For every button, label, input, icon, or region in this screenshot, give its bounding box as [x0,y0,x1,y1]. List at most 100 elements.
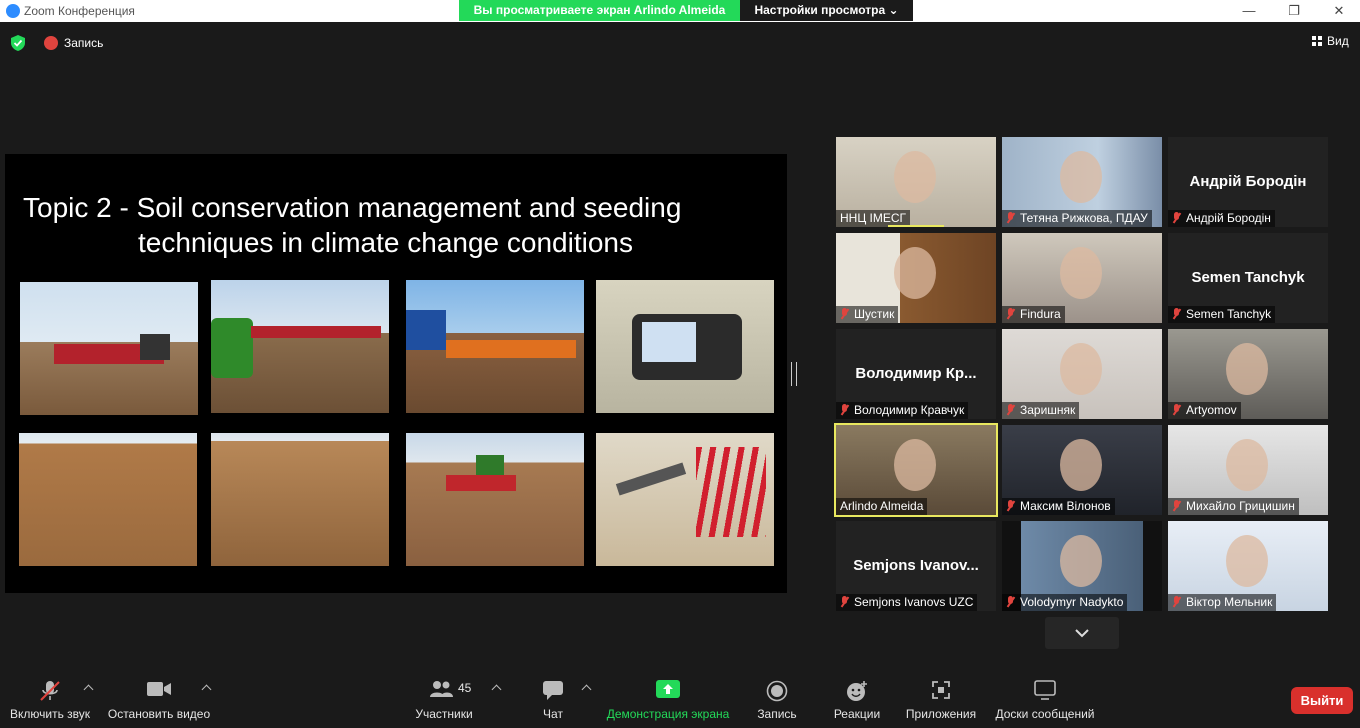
muted-mic-icon [1172,596,1181,607]
participant-tile[interactable]: Максим Вілонов [1002,425,1162,515]
chat-label: Чат [543,707,563,721]
participant-name: Заришняк [1020,403,1076,417]
participant-tile[interactable]: Findura [1002,233,1162,323]
participant-tile[interactable]: Віктор Мельник [1168,521,1328,611]
muted-mic-icon [1172,404,1181,415]
whiteboards-button[interactable]: Доски сообщений [990,668,1100,728]
leave-meeting-button[interactable]: Выйти [1291,687,1353,714]
participant-video-face [894,151,936,203]
apps-icon [932,681,950,699]
participant-video-face [894,247,936,299]
participant-video-face [1226,343,1268,395]
muted-mic-icon [840,596,849,607]
slide-title-line-1: Topic 2 - Soil conservation management a… [23,192,682,223]
muted-mic-icon [1006,500,1015,511]
participant-name-label: Максим Вілонов [1002,498,1115,515]
participant-name-label: Arlindo Almeida [836,498,928,515]
participant-tile[interactable]: Semen Tanchyk Semen Tanchyk [1168,233,1328,323]
stop-video-button[interactable]: Остановить видео [105,668,213,728]
participants-icon [430,681,453,697]
chevron-down-icon [1075,629,1089,638]
chevron-down-icon: ⌄ [888,3,899,17]
view-options-button[interactable]: Настройки просмотра ⌄ [740,0,913,21]
participant-tile[interactable]: Михайло Грицишин [1168,425,1328,515]
participant-tile[interactable]: Semjons Ivanov... Semjons Ivanovs UZC [836,521,996,611]
record-icon [766,680,788,702]
zoom-logo-icon [6,4,20,18]
participant-name-label: Віктор Мельник [1168,594,1277,611]
record-button[interactable]: Запись [750,668,804,728]
slide-photo-gps-terminal [596,280,774,413]
title-bar: Zoom Конференция Вы просматриваете экран… [0,0,1360,22]
participant-video-face [1060,247,1102,299]
participant-name: Віктор Мельник [1186,595,1273,609]
participant-name: Findura [1020,307,1061,321]
apps-label: Приложения [905,707,977,721]
participant-tile[interactable]: Шустик [836,233,996,323]
participant-name-label: Findura [1002,306,1065,323]
participant-name-label: Михайло Грицишин [1168,498,1299,515]
muted-mic-icon [40,681,60,701]
participant-video-face [1060,343,1102,395]
window-title: Zoom Конференция [24,4,135,18]
minimize-button[interactable]: — [1226,0,1272,22]
muted-mic-icon [1172,212,1181,223]
reactions-button[interactable]: Реакции [830,668,884,728]
participant-name: Михайло Грицишин [1186,499,1295,513]
view-button[interactable]: Вид [1312,34,1349,48]
participant-name: Volodymyr Nadykto [1020,595,1124,609]
unmute-button[interactable]: Включить звук [4,668,96,728]
participant-name-label: Semjons Ivanovs UZC [836,594,978,611]
muted-mic-icon [1006,212,1015,223]
grid-icon [1312,36,1322,46]
participant-tile[interactable]: Андрій Бородін Андрій Бородін [1168,137,1328,227]
shield-icon[interactable] [11,35,25,51]
participant-tile[interactable]: Arlindo Almeida [834,423,998,517]
participant-display-name: Володимир Кр... [855,365,977,382]
participant-video-face [894,439,936,491]
participants-button[interactable]: 45 Участники [410,668,478,728]
participant-name: Тетяна Рижкова, ПДАУ [1020,211,1148,225]
muted-mic-icon [1006,308,1015,319]
participant-name-label: Андрій Бородін [1168,210,1275,227]
participant-name: Володимир Кравчук [854,403,965,417]
slide-title-line-2: techniques in climate change conditions [138,227,633,258]
participant-name: Максим Вілонов [1020,499,1111,513]
record-indicator-icon [44,36,58,50]
view-options-label: Настройки просмотра [754,3,886,17]
muted-mic-icon [840,404,849,415]
stop-video-label: Остановить видео [107,707,211,721]
slide-photo-orange-cultivator [406,280,584,413]
participant-display-name: Андрій Бородін [1189,173,1307,190]
participant-display-name: Semen Tanchyk [1191,269,1305,286]
panel-resize-handle[interactable] [791,362,797,386]
maximize-button[interactable]: ❐ [1271,0,1317,22]
participant-name-label: Шустик [836,306,899,323]
share-screen-label: Демонстрация экрана [606,707,730,721]
participant-name-label: Заришняк [1002,402,1080,419]
participant-name: Arlindo Almeida [840,499,924,513]
muted-mic-icon [1172,308,1181,319]
participants-label: Участники [415,707,473,721]
participant-tile[interactable]: Volodymyr Nadykto [1002,521,1162,611]
participant-video-face [1226,439,1268,491]
reactions-label: Реакции [833,707,881,721]
record-status-label: Запись [64,36,104,50]
chat-button[interactable]: Чат [530,668,576,728]
close-button[interactable]: ✕ [1316,0,1360,22]
chat-options-caret-icon[interactable] [581,684,592,695]
participant-tile[interactable]: Artyomov [1168,329,1328,419]
participant-tile[interactable]: Тетяна Рижкова, ПДАУ [1002,137,1162,227]
screen-share-banner: Вы просматриваете экран Arlindo Almeida [459,0,740,21]
muted-mic-icon [1006,596,1015,607]
slide-photo-tine-cultivator [211,280,389,413]
participant-tile[interactable]: ННЦ ІМЕСГ [836,137,996,227]
participants-options-caret-icon[interactable] [491,684,502,695]
participant-name-label: Володимир Кравчук [836,402,969,419]
participant-name-label: Тетяна Рижкова, ПДАУ [1002,210,1152,227]
participant-tile[interactable]: Заришняк [1002,329,1162,419]
apps-button[interactable]: Приложения [900,668,982,728]
gallery-next-page-button[interactable] [1045,617,1119,649]
participant-tile[interactable]: Володимир Кр... Володимир Кравчук [836,329,996,419]
share-screen-button[interactable]: Демонстрация экрана [600,668,736,728]
